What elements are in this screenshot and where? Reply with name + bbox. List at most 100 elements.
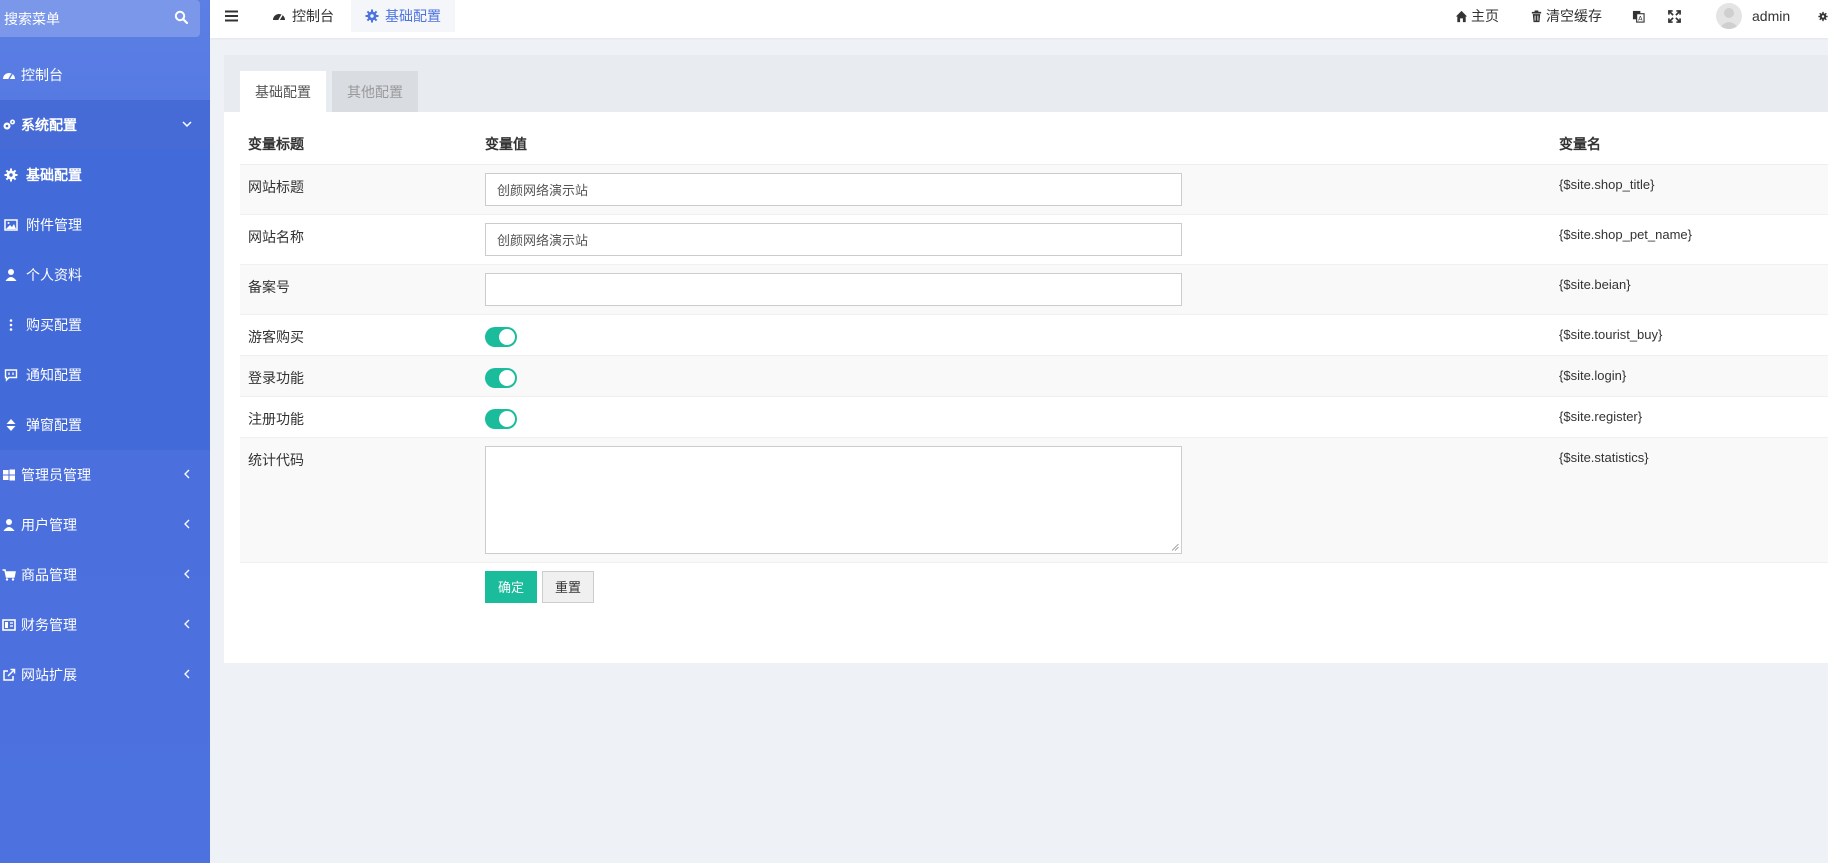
sidebar-item-notify-config[interactable]: 通知配置 xyxy=(0,350,210,400)
user-icon xyxy=(5,269,17,281)
image-icon xyxy=(4,219,18,231)
sidebar-item-basic-config[interactable]: 基础配置 xyxy=(0,150,210,200)
variable-name: {$site.login} xyxy=(1551,354,1828,396)
user-name: admin xyxy=(1752,8,1791,24)
table-row: 备案号 {$site.beian} xyxy=(240,263,1828,314)
cart-icon xyxy=(2,569,16,581)
menu-toggle-icon[interactable] xyxy=(224,8,240,24)
sidebar-item-popup-config[interactable]: 弹窗配置 xyxy=(0,400,210,450)
sidebar-item-label: 网站扩展 xyxy=(21,667,77,683)
sidebar-item-label: 通知配置 xyxy=(26,367,82,383)
sidebar-item-label: 用户管理 xyxy=(21,517,77,533)
sidebar: 搜索菜单 控制台 系统配置 基础配置 附件管理 个人资料 购买配置 通知配置 弹… xyxy=(0,0,210,863)
chat-icon xyxy=(4,369,18,382)
table-row: 游客购买 {$site.tourist_buy} xyxy=(240,313,1828,355)
sidebar-item-label: 附件管理 xyxy=(26,217,82,233)
sidebar-search-placeholder: 搜索菜单 xyxy=(4,10,60,27)
sidebar-item-user-management[interactable]: 用户管理 xyxy=(0,500,210,550)
resize-grip-icon[interactable] xyxy=(1171,543,1179,551)
chevron-left-icon xyxy=(184,469,190,479)
fullscreen-button[interactable] xyxy=(1668,0,1684,32)
sidebar-item-attachments[interactable]: 附件管理 xyxy=(0,200,210,250)
login-toggle[interactable] xyxy=(485,367,517,388)
variable-name: {$site.tourist_buy} xyxy=(1551,313,1828,355)
sidebar-item-dashboard[interactable]: 控制台 xyxy=(0,50,210,100)
gear-icon xyxy=(4,168,18,182)
clear-cache-label: 清空缓存 xyxy=(1546,8,1602,24)
chevron-left-icon xyxy=(184,569,190,579)
sidebar-search[interactable]: 搜索菜单 xyxy=(0,0,200,37)
sidebar-item-system-config[interactable]: 系统配置 xyxy=(0,100,210,150)
table-row: 注册功能 {$site.register} xyxy=(240,395,1828,437)
clear-cache-button[interactable]: 清空缓存 xyxy=(1530,0,1602,32)
toggle-knob xyxy=(499,410,515,427)
config-table: 变量标题 变量值 变量名 网站标题 创颜网络演示站 {$site.shop_ti… xyxy=(240,124,1828,611)
external-link-icon xyxy=(3,668,16,681)
ellipsis-vertical-icon xyxy=(9,319,13,331)
chevron-left-icon xyxy=(184,669,190,679)
sidebar-item-purchase-config[interactable]: 购买配置 xyxy=(0,300,210,350)
sidebar-item-finance-management[interactable]: 财务管理 xyxy=(0,600,210,650)
variable-name: {$site.beian} xyxy=(1551,263,1828,314)
book-icon xyxy=(2,619,16,631)
tab-dashboard[interactable]: 控制台 xyxy=(272,0,334,32)
row-label: 登录功能 xyxy=(240,354,477,396)
variable-name: {$site.shop_title} xyxy=(1551,163,1828,214)
form-actions: 确定 重置 xyxy=(485,570,1543,603)
variable-name: {$site.register} xyxy=(1551,395,1828,437)
toggle-knob xyxy=(499,328,515,345)
site-name-input[interactable]: 创颜网络演示站 xyxy=(485,222,1182,256)
site-title-input[interactable]: 创颜网络演示站 xyxy=(485,172,1182,206)
column-header-value: 变量值 xyxy=(477,124,1551,165)
search-icon[interactable] xyxy=(174,10,188,24)
avatar-placeholder-icon xyxy=(1719,8,1739,29)
column-header-title: 变量标题 xyxy=(240,124,477,165)
user-menu[interactable]: admin xyxy=(1716,0,1790,32)
tourist-buy-toggle[interactable] xyxy=(485,326,517,347)
user-icon xyxy=(3,519,15,531)
table-row-actions: 确定 重置 xyxy=(240,561,1828,611)
variable-name: {$site.statistics} xyxy=(1551,436,1828,562)
tab-basic-config-panel[interactable]: 基础配置 xyxy=(240,71,326,112)
statistics-textarea[interactable] xyxy=(485,445,1182,554)
sidebar-item-label: 系统配置 xyxy=(21,117,77,133)
tab-label: 控制台 xyxy=(292,8,334,24)
tab-other-config[interactable]: 其他配置 xyxy=(332,71,418,112)
dashboard-icon xyxy=(273,14,285,21)
toggle-knob xyxy=(499,369,515,386)
sidebar-item-label: 财务管理 xyxy=(21,617,77,633)
top-navbar: 控制台 基础配置 主页 清空缓存 A admin xyxy=(210,0,1828,38)
sidebar-item-profile[interactable]: 个人资料 xyxy=(0,250,210,300)
svg-text:A: A xyxy=(1638,14,1643,22)
chevron-left-icon xyxy=(184,619,190,629)
language-button[interactable]: A xyxy=(1632,0,1648,32)
cogs-icon xyxy=(3,119,15,130)
chevron-down-icon xyxy=(182,121,192,128)
avatar xyxy=(1716,3,1742,29)
sidebar-item-label: 购买配置 xyxy=(26,317,82,333)
sidebar-item-label: 个人资料 xyxy=(26,267,82,283)
row-label: 游客购买 xyxy=(240,313,477,355)
settings-button[interactable] xyxy=(1818,0,1828,32)
sidebar-item-label: 基础配置 xyxy=(26,167,82,183)
reset-button[interactable]: 重置 xyxy=(542,570,595,603)
confirm-button[interactable]: 确定 xyxy=(485,570,538,603)
sidebar-item-site-extension[interactable]: 网站扩展 xyxy=(0,650,210,700)
table-row: 网站名称 创颜网络演示站 {$site.shop_pet_name} xyxy=(240,213,1828,264)
sidebar-item-label: 管理员管理 xyxy=(21,467,91,483)
table-row: 登录功能 {$site.login} xyxy=(240,354,1828,396)
home-link[interactable]: 主页 xyxy=(1455,0,1499,32)
tab-label: 基础配置 xyxy=(385,8,441,24)
trash-icon xyxy=(1531,9,1542,22)
sidebar-item-admin-management[interactable]: 管理员管理 xyxy=(0,450,210,500)
tab-basic-config[interactable]: 基础配置 xyxy=(351,0,455,32)
beian-input[interactable] xyxy=(485,272,1182,306)
table-row: 网站标题 创颜网络演示站 {$site.shop_title} xyxy=(240,163,1828,214)
chevron-left-icon xyxy=(184,519,190,529)
sidebar-item-product-management[interactable]: 商品管理 xyxy=(0,550,210,600)
sidebar-item-label: 商品管理 xyxy=(21,567,77,583)
sidebar-item-label: 控制台 xyxy=(21,67,63,83)
row-label: 备案号 xyxy=(240,263,477,314)
register-toggle[interactable] xyxy=(485,408,517,429)
fullscreen-icon xyxy=(1668,9,1681,23)
